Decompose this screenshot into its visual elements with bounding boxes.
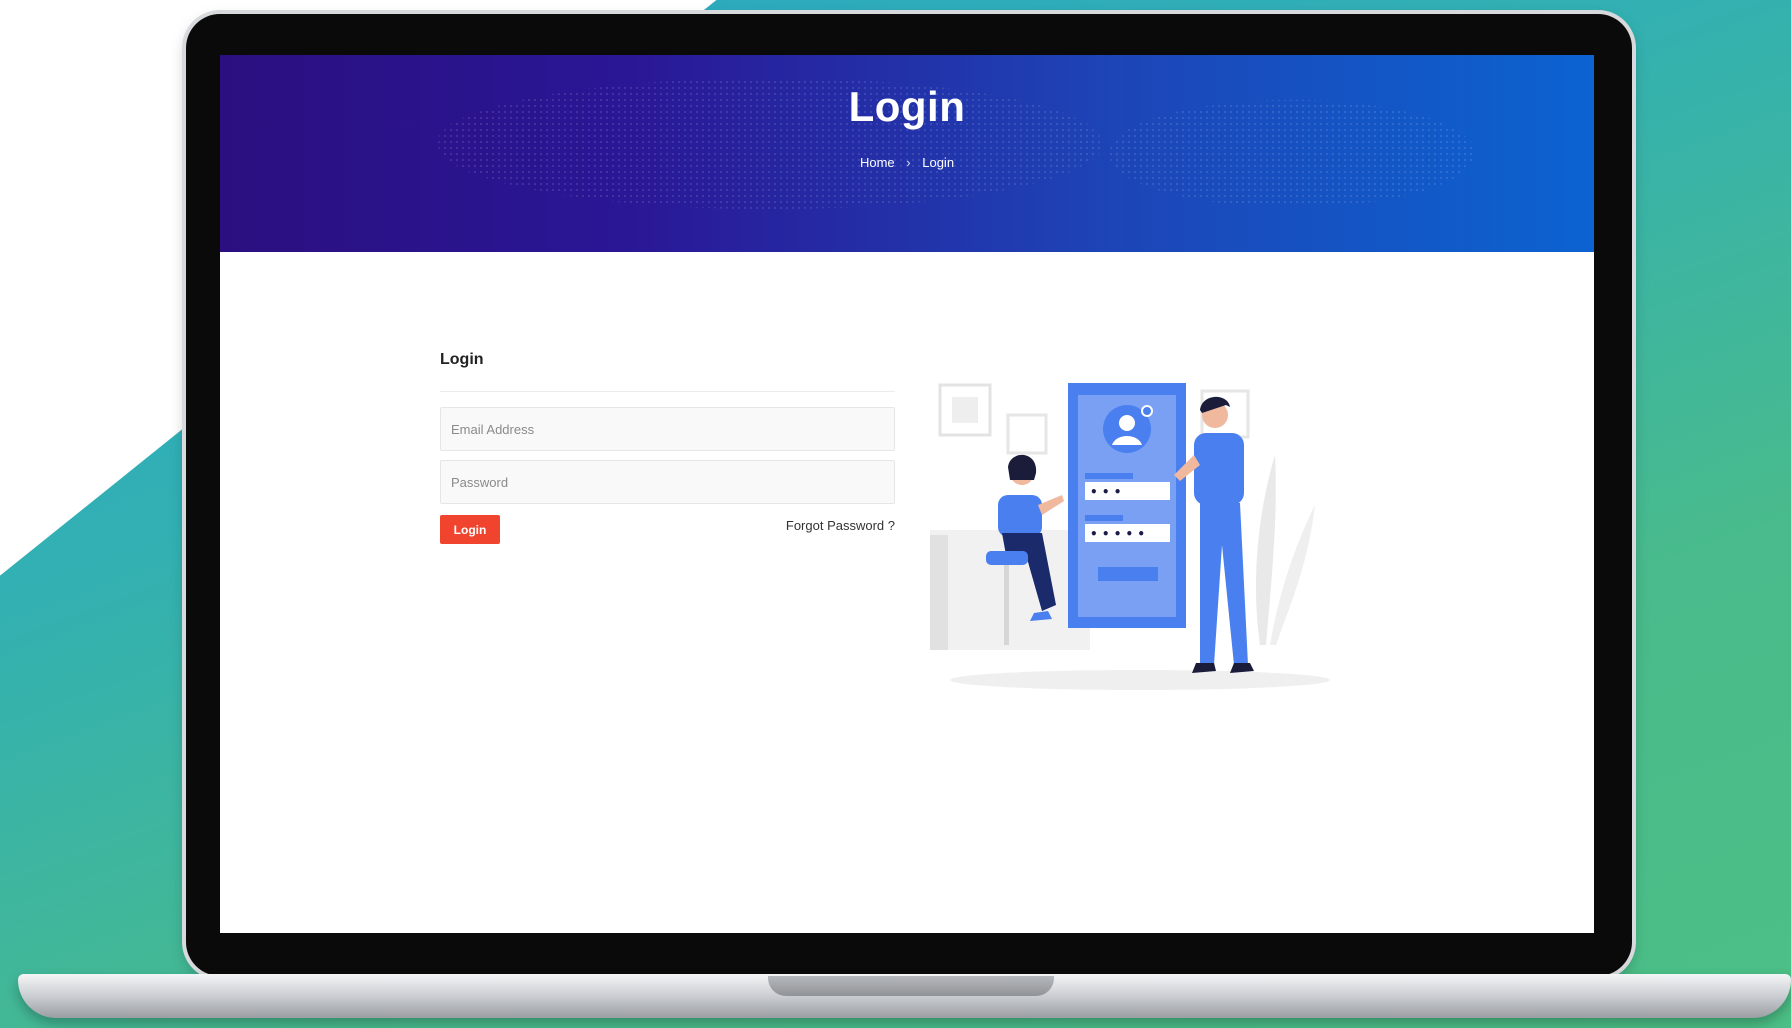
- login-button[interactable]: Login: [440, 515, 500, 544]
- email-field[interactable]: [440, 407, 895, 451]
- password-field[interactable]: [440, 460, 895, 504]
- plant-leaf-shape: [1255, 455, 1276, 645]
- floor-shadow: [950, 670, 1330, 690]
- woman-hair-shape: [1008, 454, 1037, 480]
- form-label-bar: [1085, 473, 1133, 479]
- login-illustration: • • • • • • • •: [930, 383, 1330, 690]
- form-divider: [440, 391, 895, 392]
- login-form-title: Login: [440, 351, 484, 368]
- forgot-password-link[interactable]: Forgot Password ?: [740, 518, 895, 533]
- stool-leg-shape: [1004, 565, 1009, 645]
- woman-arm-shape: [1038, 495, 1064, 515]
- frame-shape: [952, 397, 978, 423]
- breadcrumb-current: Login: [922, 155, 955, 170]
- breadcrumb-home-link[interactable]: Home: [860, 155, 895, 170]
- password-dots-2: • • • • •: [1090, 527, 1145, 541]
- cabinet-shape: [930, 535, 948, 650]
- notification-dot: [1141, 405, 1153, 417]
- frame-shape: [1006, 413, 1048, 455]
- page-hero-banner: Login Home › Login: [220, 55, 1594, 252]
- avatar-head-shape: [1119, 415, 1135, 431]
- form-label-bar: [1085, 515, 1123, 521]
- man-shoe-shape: [1230, 663, 1254, 673]
- man-legs-shape: [1200, 503, 1248, 665]
- breadcrumb: Home › Login: [220, 155, 1594, 170]
- breadcrumb-separator: ›: [906, 155, 911, 170]
- fake-submit-button: [1098, 567, 1158, 581]
- laptop-notch: [768, 976, 1054, 996]
- password-dots-1: • • •: [1090, 485, 1121, 499]
- stool-seat-shape: [986, 551, 1028, 565]
- browser-viewport: Login Home › Login Login Login Forgot Pa…: [220, 55, 1594, 933]
- man-shirt-shape: [1194, 433, 1244, 505]
- page-title: Login: [848, 83, 966, 130]
- plant-leaf-shape: [1270, 505, 1315, 645]
- woman-shirt-shape: [998, 495, 1042, 537]
